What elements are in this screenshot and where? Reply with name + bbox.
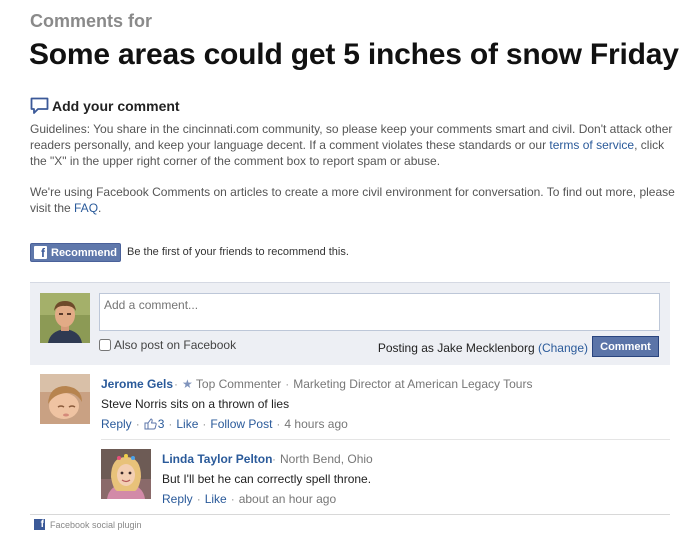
- comment-submit-button[interactable]: Comment: [592, 336, 659, 357]
- avatar: [40, 374, 90, 424]
- comment-timestamp[interactable]: about an hour ago: [239, 492, 336, 506]
- add-comment-label: Add your comment: [52, 98, 180, 114]
- separator: ·: [276, 417, 281, 431]
- change-account-link[interactable]: (Change): [538, 341, 588, 355]
- like-count[interactable]: 3: [158, 417, 165, 431]
- comment-input[interactable]: [99, 293, 660, 331]
- facebook-comments-note: We're using Facebook Comments on article…: [30, 184, 676, 216]
- facebook-social-plugin-footer[interactable]: f Facebook social plugin: [34, 519, 142, 530]
- also-post-checkbox[interactable]: [99, 339, 111, 351]
- separator: ·: [285, 377, 290, 391]
- also-post-label: Also post on Facebook: [114, 338, 237, 352]
- recommend-button[interactable]: f Recommend: [30, 243, 121, 262]
- facebook-square-icon: f: [34, 519, 45, 530]
- add-comment-heading: Add your comment: [30, 96, 180, 116]
- page-kicker: Comments for: [30, 11, 153, 31]
- thumbs-up-icon: [144, 418, 157, 430]
- avatar: [101, 449, 151, 499]
- separator: ·: [135, 417, 140, 431]
- reply-link[interactable]: Reply: [162, 492, 193, 506]
- follow-post-link[interactable]: Follow Post: [210, 417, 272, 431]
- fb-note-tail: .: [98, 201, 102, 215]
- posting-as-text: Posting as Jake Mecklenborg: [377, 341, 535, 355]
- author-detail: Marketing Director at American Legacy To…: [293, 377, 533, 391]
- comment-body: But I'll bet he can correctly spell thro…: [162, 472, 372, 486]
- avatar: [40, 293, 90, 343]
- star-icon: ★: [182, 377, 193, 391]
- separator: ·: [230, 492, 235, 506]
- posting-as: Posting as Jake Mecklenborg (Change): [378, 341, 588, 355]
- faq-link[interactable]: FAQ: [74, 201, 98, 215]
- comment-body: Steve Norris sits on a thrown of lies: [101, 397, 290, 411]
- terms-of-service-link[interactable]: terms of service: [549, 138, 634, 152]
- comment-actions: Reply · Like · about an hour ago: [162, 492, 336, 506]
- divider: [101, 439, 670, 440]
- fb-note-body: We're using Facebook Comments on article…: [30, 185, 675, 215]
- like-link[interactable]: Like: [176, 417, 198, 431]
- guidelines-text: Guidelines: You share in the cincinnati.…: [30, 121, 676, 169]
- comment-author-meta: · North Bend, Ohio: [272, 452, 373, 466]
- comment-timestamp[interactable]: 4 hours ago: [284, 417, 347, 431]
- page-title: Some areas could get 5 inches of snow Fr…: [29, 38, 679, 71]
- comment-author-name[interactable]: Linda Taylor Pelton: [162, 452, 272, 466]
- facebook-f-icon: f: [34, 246, 47, 260]
- also-post-checkbox-row[interactable]: Also post on Facebook: [99, 338, 236, 352]
- recommend-button-label: Recommend: [51, 246, 118, 259]
- comment-author-name[interactable]: Jerome Gels: [101, 377, 173, 391]
- author-detail: North Bend, Ohio: [280, 452, 373, 466]
- separator: ·: [168, 417, 173, 431]
- separator: ·: [202, 417, 207, 431]
- separator: ·: [196, 492, 201, 506]
- comment-author-meta: · ★ Top Commenter · Marketing Director at A…: [174, 377, 532, 391]
- reply-link[interactable]: Reply: [101, 417, 132, 431]
- top-commenter-badge: Top Commenter: [195, 377, 282, 391]
- comment-actions: Reply · 3 · Like · Follow Post · 4 hours…: [101, 417, 348, 431]
- recommend-text: Be the first of your friends to recommen…: [127, 246, 349, 258]
- like-link[interactable]: Like: [205, 492, 227, 506]
- comment-composer: Also post on Facebook Posting as Jake Me…: [30, 282, 670, 365]
- separator: ·: [174, 377, 178, 391]
- divider: [30, 514, 670, 515]
- plugin-label: Facebook social plugin: [50, 519, 142, 530]
- speech-bubble-icon: [30, 97, 49, 114]
- separator: ·: [272, 452, 276, 466]
